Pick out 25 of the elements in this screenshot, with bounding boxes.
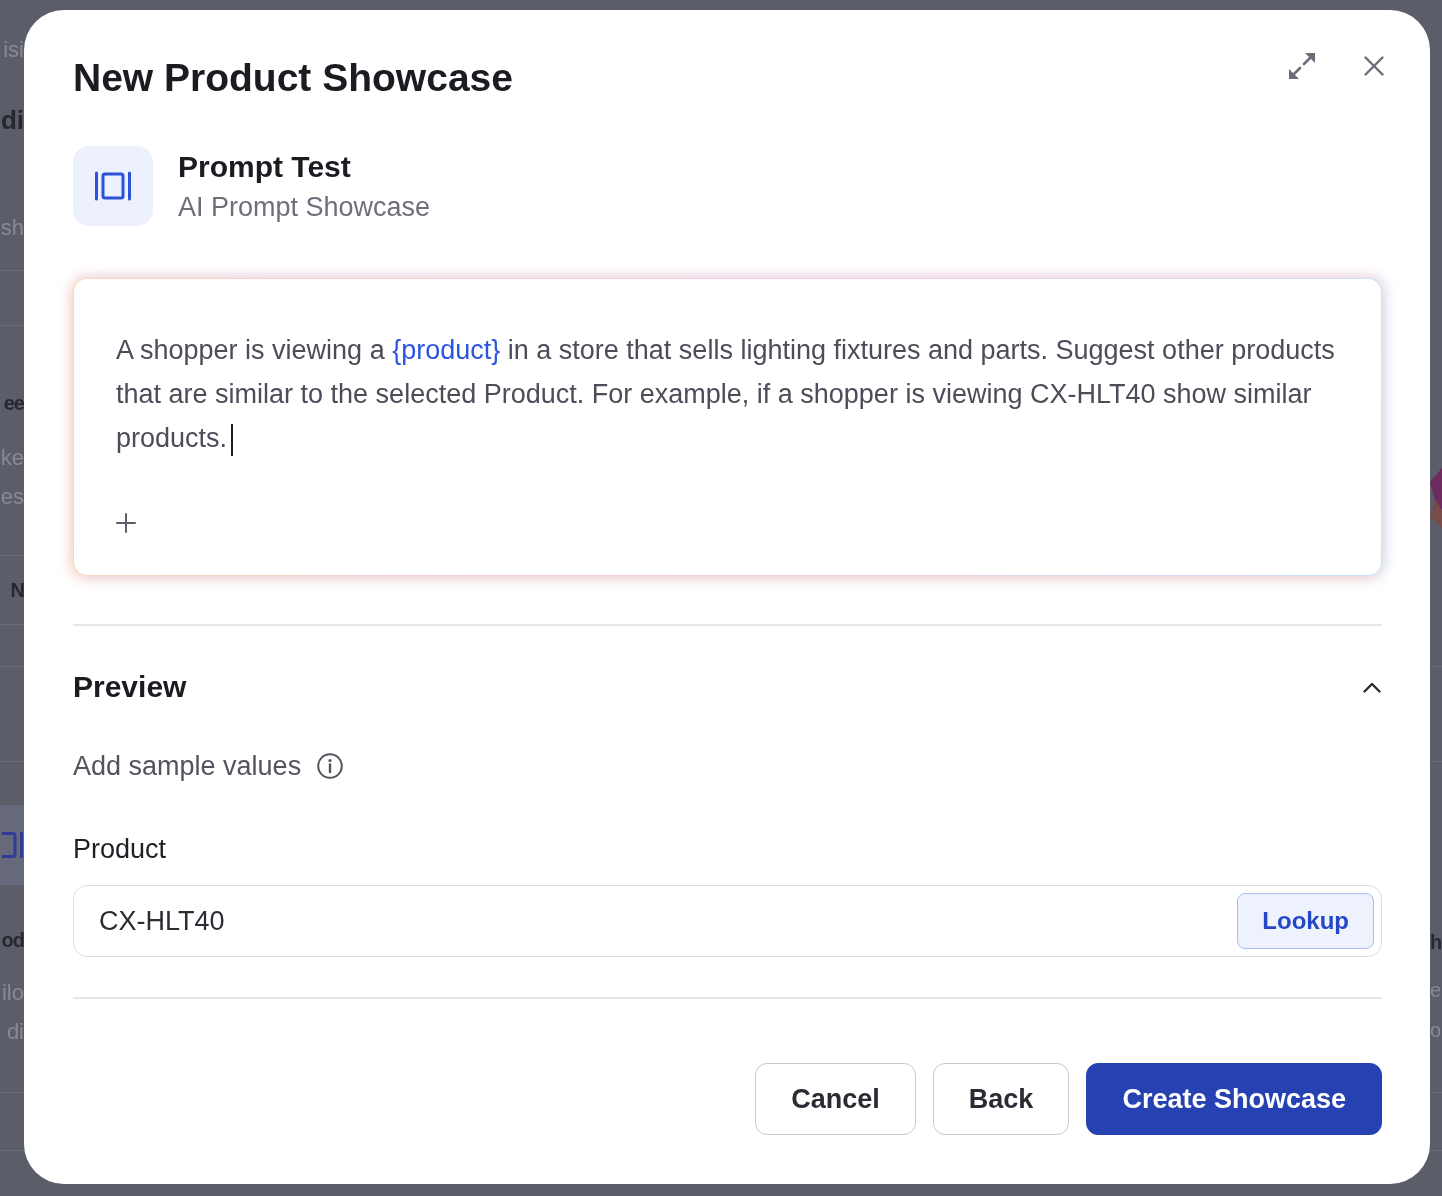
carousel-icon: [73, 146, 153, 226]
expand-icon: [1288, 52, 1316, 80]
background-heading: N: [9, 577, 24, 603]
background-heading: di: [0, 104, 24, 137]
field-label: Product: [73, 833, 167, 865]
plus-icon: [116, 513, 136, 533]
background-heading: ee: [2, 390, 24, 416]
background-heading: od: [0, 927, 24, 953]
text-cursor-icon: [231, 423, 234, 456]
cancel-button[interactable]: Cancel: [755, 1063, 916, 1135]
app-type: AI Prompt Showcase: [178, 191, 431, 223]
create-showcase-button[interactable]: Create Showcase: [1086, 1063, 1382, 1135]
prompt-text: A shopper is viewing a {product} in a store that sells lighting fixtures and parts. Suggest other products that are similar to the selected Product. For example, if a shopper is viewing CX-HLT40 show similar products.: [116, 328, 1355, 460]
illustration-drawing: [1430, 466, 1442, 530]
preview-heading: Preview: [73, 669, 187, 705]
background-heading: h: [1430, 929, 1442, 955]
close-icon: [1364, 56, 1384, 76]
sample-values-hint: Add sample values: [73, 750, 302, 782]
app-name: Prompt Test: [178, 149, 352, 185]
dialog-title: New Product Showcase: [73, 55, 513, 101]
lookup-button[interactable]: Lookup: [1237, 893, 1374, 949]
prompt-editor[interactable]: [73, 278, 1382, 576]
info-icon[interactable]: [317, 753, 344, 779]
back-button[interactable]: Back: [932, 1063, 1070, 1135]
carousel-icon: [2, 832, 24, 858]
